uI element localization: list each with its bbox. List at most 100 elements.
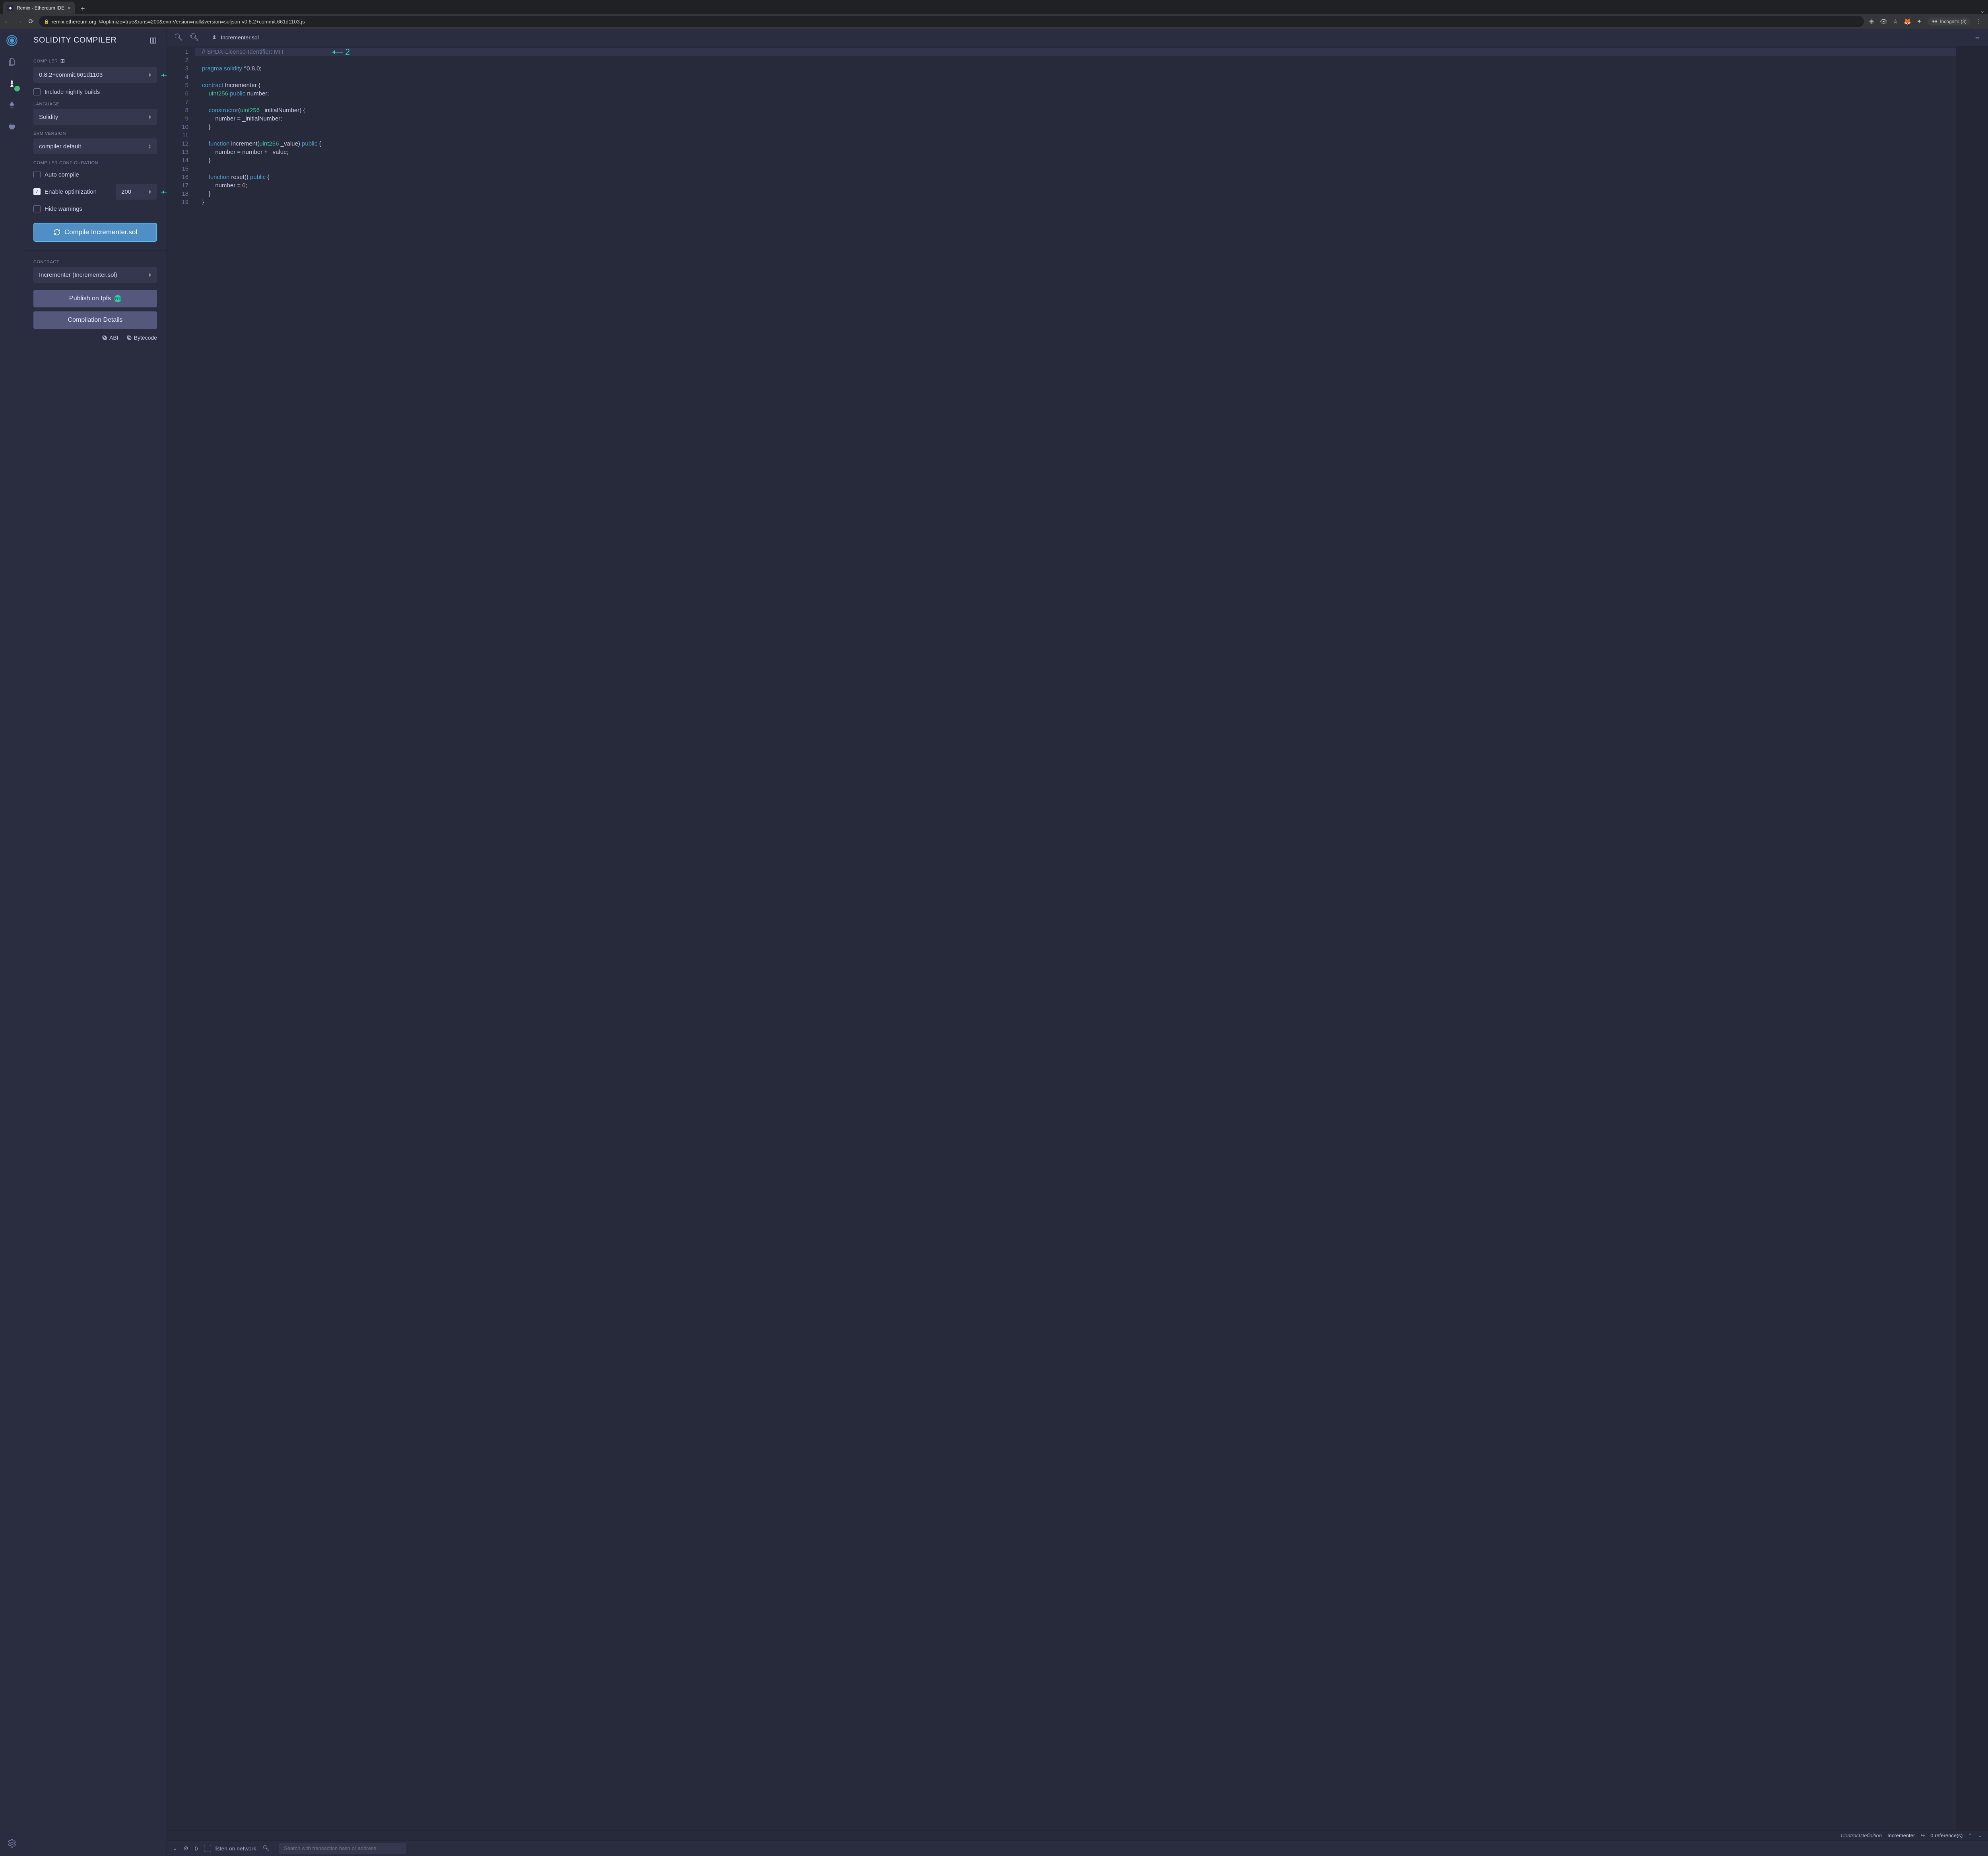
browser-toolbar: ← → ⟳ 🔒 remix.ethereum.org/#optimize=tru… <box>0 14 1988 29</box>
solidity-file-icon <box>211 34 217 41</box>
language-value: Solidity <box>39 114 58 120</box>
tab-favicon: ◆ <box>7 5 14 11</box>
rail-deploy-icon[interactable] <box>5 98 19 112</box>
hide-warnings-checkbox[interactable] <box>33 205 41 212</box>
nav-back-icon[interactable]: ← <box>3 18 11 25</box>
chevron-updown-icon: ▲▼ <box>148 72 151 77</box>
eye-off-icon[interactable]: 👁 <box>1880 18 1887 25</box>
copy-icon <box>126 335 132 340</box>
label-compiler: COMPILER ⊞ <box>33 58 157 64</box>
enable-opt-label: Enable optimization <box>45 189 97 195</box>
runs-input[interactable]: 200 ▲▼ <box>116 184 157 200</box>
contract-value: Incrementer (Incrementer.sol) <box>39 272 117 278</box>
evm-select[interactable]: compiler default ▲▼ <box>33 138 157 154</box>
listen-network-checkbox[interactable] <box>204 1845 211 1852</box>
label-contract: CONTRACT <box>33 260 157 264</box>
incognito-label: Incognito (3) <box>1940 19 1967 24</box>
browser-tab-strip: ◆ Remix - Ethereum IDE × + ⌄ <box>0 0 1988 14</box>
url-input[interactable]: 🔒 remix.ethereum.org/#optimize=true&runs… <box>39 16 1864 27</box>
pending-tx-count: 0 <box>194 1845 198 1852</box>
copy-bytecode-button[interactable]: Bytecode <box>126 334 157 341</box>
browser-tab[interactable]: ◆ Remix - Ethereum IDE × <box>3 2 75 14</box>
incognito-icon: 🕶 <box>1932 19 1938 24</box>
publish-ipfs-button[interactable]: Publish on Ipfs IPFS <box>33 290 157 307</box>
compilation-details-button[interactable]: Compilation Details <box>33 311 157 329</box>
hide-warnings-row[interactable]: Hide warnings <box>33 205 157 212</box>
remix-app: ✓ SOLIDITY COMPILER COMPILER ⊞ <box>0 29 1988 1856</box>
auto-compile-label: Auto compile <box>45 171 79 178</box>
rail-file-explorer-icon[interactable] <box>5 55 19 69</box>
label-language: LANGUAGE <box>33 102 157 107</box>
zoom-in-icon[interactable]: 🔍︎ <box>190 33 199 42</box>
editor-column: 🔍︎ 🔍︎ Incrementer.sol ⇔ 1234567891011121… <box>167 29 1988 1856</box>
rail-plugin-icon[interactable] <box>5 119 19 134</box>
zoom-indicator-icon[interactable]: ⊕ <box>1868 18 1875 25</box>
compiler-panel: SOLIDITY COMPILER COMPILER ⊞ 0.8.2+commi… <box>24 29 167 1856</box>
chevron-up-icon[interactable]: ⌃ <box>1968 1833 1972 1839</box>
include-nightly-label: Include nightly builds <box>45 89 100 95</box>
tabs-dropdown-icon[interactable]: ⌄ <box>1977 8 1988 14</box>
ipfs-icon: IPFS <box>114 295 121 302</box>
listen-network-row[interactable]: listen on network <box>204 1845 256 1852</box>
bookmark-star-icon[interactable]: ☆ <box>1892 18 1899 25</box>
enable-opt-checkbox[interactable]: ✓ <box>33 188 41 195</box>
tx-search-input[interactable] <box>279 1843 406 1854</box>
add-compiler-icon[interactable]: ⊞ <box>60 58 65 64</box>
callout-1: 1 <box>161 70 167 80</box>
compile-button[interactable]: Compile Incrementer.sol <box>33 223 157 242</box>
rail-logo-icon[interactable] <box>5 33 19 48</box>
nav-forward-icon: → <box>15 18 23 25</box>
chevron-updown-icon: ▲▼ <box>148 144 151 149</box>
copy-abi-button[interactable]: ABI <box>102 334 118 341</box>
icon-rail: ✓ <box>0 29 24 1856</box>
docs-icon[interactable] <box>149 37 157 45</box>
auto-compile-checkbox[interactable] <box>33 171 41 178</box>
hide-warnings-label: Hide warnings <box>45 206 82 212</box>
auto-compile-row[interactable]: Auto compile <box>33 171 157 178</box>
status-name: Incrementer <box>1887 1833 1915 1839</box>
include-nightly-checkbox[interactable] <box>33 88 41 95</box>
browser-icons: ⊕ 👁 ☆ 🦊 ✦ 🕶 Incognito (3) ⋮ <box>1868 17 1985 25</box>
compiler-select[interactable]: 0.8.2+commit.661d1103 ▲▼ <box>33 67 157 83</box>
new-tab-button[interactable]: + <box>77 3 88 14</box>
enable-opt-row[interactable]: ✓ Enable optimization <box>33 188 110 195</box>
url-rest: /#optimize=true&runs=200&evmVersion=null… <box>99 19 305 25</box>
chevron-updown-icon: ▲▼ <box>148 272 151 277</box>
compile-success-badge-icon: ✓ <box>14 86 20 91</box>
url-host: remix.ethereum.org <box>52 19 97 25</box>
incognito-chip[interactable]: 🕶 Incognito (3) <box>1928 17 1971 25</box>
rail-settings-icon[interactable] <box>5 1836 19 1850</box>
include-nightly-row[interactable]: Include nightly builds <box>33 88 157 95</box>
compilation-details-label: Compilation Details <box>68 317 123 324</box>
extensions-icon[interactable]: ✦ <box>1916 18 1923 25</box>
jump-icon[interactable]: ↪ <box>1920 1833 1925 1839</box>
clear-icon[interactable]: ⊘ <box>184 1845 188 1852</box>
zoom-out-icon[interactable]: 🔍︎ <box>174 33 183 41</box>
tab-close-icon[interactable]: × <box>68 5 71 11</box>
callout-3: 3 <box>161 187 167 197</box>
label-evm: EVM VERSION <box>33 131 157 136</box>
contract-select[interactable]: Incrementer (Incrementer.sol) ▲▼ <box>33 267 157 283</box>
panel-header: SOLIDITY COMPILER <box>24 29 167 49</box>
editor-toolbar: 🔍︎ 🔍︎ Incrementer.sol ⇔ <box>167 29 1988 46</box>
copy-icon <box>102 335 107 340</box>
language-select[interactable]: Solidity ▲▼ <box>33 109 157 125</box>
reference-count: 0 reference(s) <box>1930 1833 1963 1839</box>
search-icon[interactable]: 🔍︎ <box>262 1845 270 1852</box>
expand-icon[interactable]: ⇔ <box>1974 33 1981 41</box>
chevron-down-icon[interactable]: ⌄ <box>1978 1833 1982 1839</box>
tx-search-field[interactable] <box>284 1845 402 1851</box>
nav-reload-icon[interactable]: ⟳ <box>27 17 35 25</box>
browser-menu-icon[interactable]: ⋮ <box>1975 18 1982 25</box>
minimap[interactable] <box>1956 46 1988 1831</box>
editor-filename: Incrementer.sol <box>211 34 259 41</box>
compiler-version: 0.8.2+commit.661d1103 <box>39 72 103 78</box>
line-gutter: 12345678910111213141516171819 <box>167 46 195 1831</box>
terminal-collapse-icon[interactable]: ⌄ <box>173 1845 177 1852</box>
extension-metamask-icon[interactable]: 🦊 <box>1904 18 1911 25</box>
lock-icon: 🔒 <box>44 19 49 24</box>
code-area[interactable]: // SPDX-License-Identifier: MIT pragma s… <box>195 46 1956 1831</box>
rail-compiler-icon[interactable]: ✓ <box>5 76 19 91</box>
code-editor[interactable]: 12345678910111213141516171819 // SPDX-Li… <box>167 46 1988 1831</box>
label-config: COMPILER CONFIGURATION <box>33 161 157 165</box>
